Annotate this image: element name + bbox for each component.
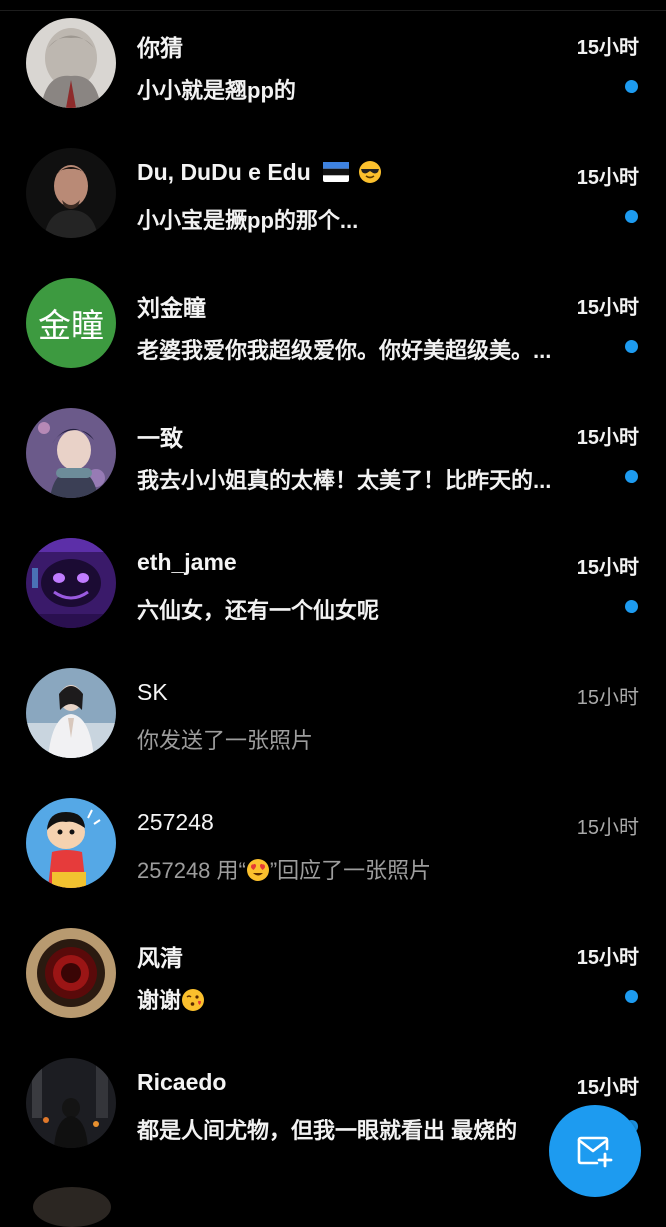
conversation-name: Ricaedo: [137, 1069, 227, 1095]
conversation-preview: 六仙女，还有一个仙女呢: [137, 598, 380, 623]
conversation-row[interactable]: eth_jame 15小时 六仙女，还有一个仙女呢: [0, 520, 666, 650]
conversation-preview: 老婆我爱你我超级爱你。你好美超级美。...: [137, 338, 552, 363]
conversation-time: 15小时: [576, 37, 639, 59]
kissing-heart-emoji-icon: [181, 988, 205, 1012]
conversation-time: 15小时: [576, 427, 639, 449]
conversation-name: SK: [137, 679, 168, 705]
unread-dot: [625, 990, 638, 1003]
conversation-name: eth_jame: [137, 549, 237, 575]
conversation-row[interactable]: 一致 15小时 我去小小姐真的太棒！太美了！比昨天的...: [0, 390, 666, 520]
conversation-row[interactable]: 风清 15小时 谢谢: [0, 910, 666, 1040]
conversation-preview: 都是人间尤物，但我一眼就看出 最烧的: [137, 1118, 518, 1143]
new-message-button[interactable]: [549, 1105, 641, 1197]
conversation-name: Du, DuDu e Edu: [137, 159, 382, 186]
estonia-flag-icon: [323, 161, 350, 182]
avatar[interactable]: [26, 668, 116, 758]
conversation-name: 刘金瞳: [137, 295, 206, 321]
conversation-row[interactable]: SK 15小时 你发送了一张照片: [0, 650, 666, 780]
sunglasses-emoji-icon: [358, 160, 382, 184]
conversation-name: 一致: [137, 425, 183, 451]
conversation-row[interactable]: 你猜 15小时 小小就是翘pp的: [0, 0, 666, 130]
avatar[interactable]: [26, 148, 116, 238]
conversation-time: 15小时: [576, 687, 639, 709]
conversation-preview: 你发送了一张照片: [137, 728, 314, 753]
avatar[interactable]: [26, 798, 116, 888]
conversation-preview: 谢谢: [137, 983, 607, 1015]
avatar[interactable]: [26, 1058, 116, 1148]
avatar[interactable]: [26, 18, 116, 108]
avatar[interactable]: [26, 538, 116, 628]
conversation-preview: 257248 用“ ”回应了一张照片: [137, 858, 432, 883]
conversation-row[interactable]: Du, DuDu e Edu 15小时 小小宝是撅pp的那个...: [0, 130, 666, 260]
conversation-time: 15小时: [576, 167, 639, 189]
avatar-initials: 金瞳: [38, 306, 104, 345]
new-message-icon: [577, 1136, 613, 1168]
conversation-name: 257248: [137, 809, 214, 835]
unread-dot: [625, 600, 638, 613]
unread-dot: [625, 340, 638, 353]
avatar[interactable]: [26, 408, 116, 498]
heart-eyes-emoji-icon: [246, 858, 270, 882]
unread-dot: [625, 470, 638, 483]
conversation-time: 15小时: [576, 817, 639, 839]
conversation-row[interactable]: 金瞳 刘金瞳 15小时 老婆我爱你我超级爱你。你好美超级美。...: [0, 260, 666, 390]
avatar[interactable]: [26, 928, 116, 1018]
conversation-time: 15小时: [576, 297, 639, 319]
unread-dot: [625, 210, 638, 223]
unread-dot: [625, 80, 638, 93]
conversation-time: 15小时: [576, 1077, 639, 1099]
conversation-time: 15小时: [576, 947, 639, 969]
conversation-row[interactable]: 257248 15小时 257248 用“ ”回应了一张照片: [0, 780, 666, 910]
conversation-preview: 小小就是翘pp的: [137, 78, 296, 103]
conversation-name: 你猜: [137, 35, 183, 61]
conversation-name: 风清: [137, 945, 183, 971]
conversation-preview: 我去小小姐真的太棒！太美了！比昨天的...: [137, 468, 552, 493]
avatar[interactable]: 金瞳: [26, 278, 116, 368]
conversation-preview: 小小宝是撅pp的那个...: [137, 208, 359, 233]
conversation-time: 15小时: [576, 557, 639, 579]
avatar[interactable]: [33, 1187, 111, 1227]
